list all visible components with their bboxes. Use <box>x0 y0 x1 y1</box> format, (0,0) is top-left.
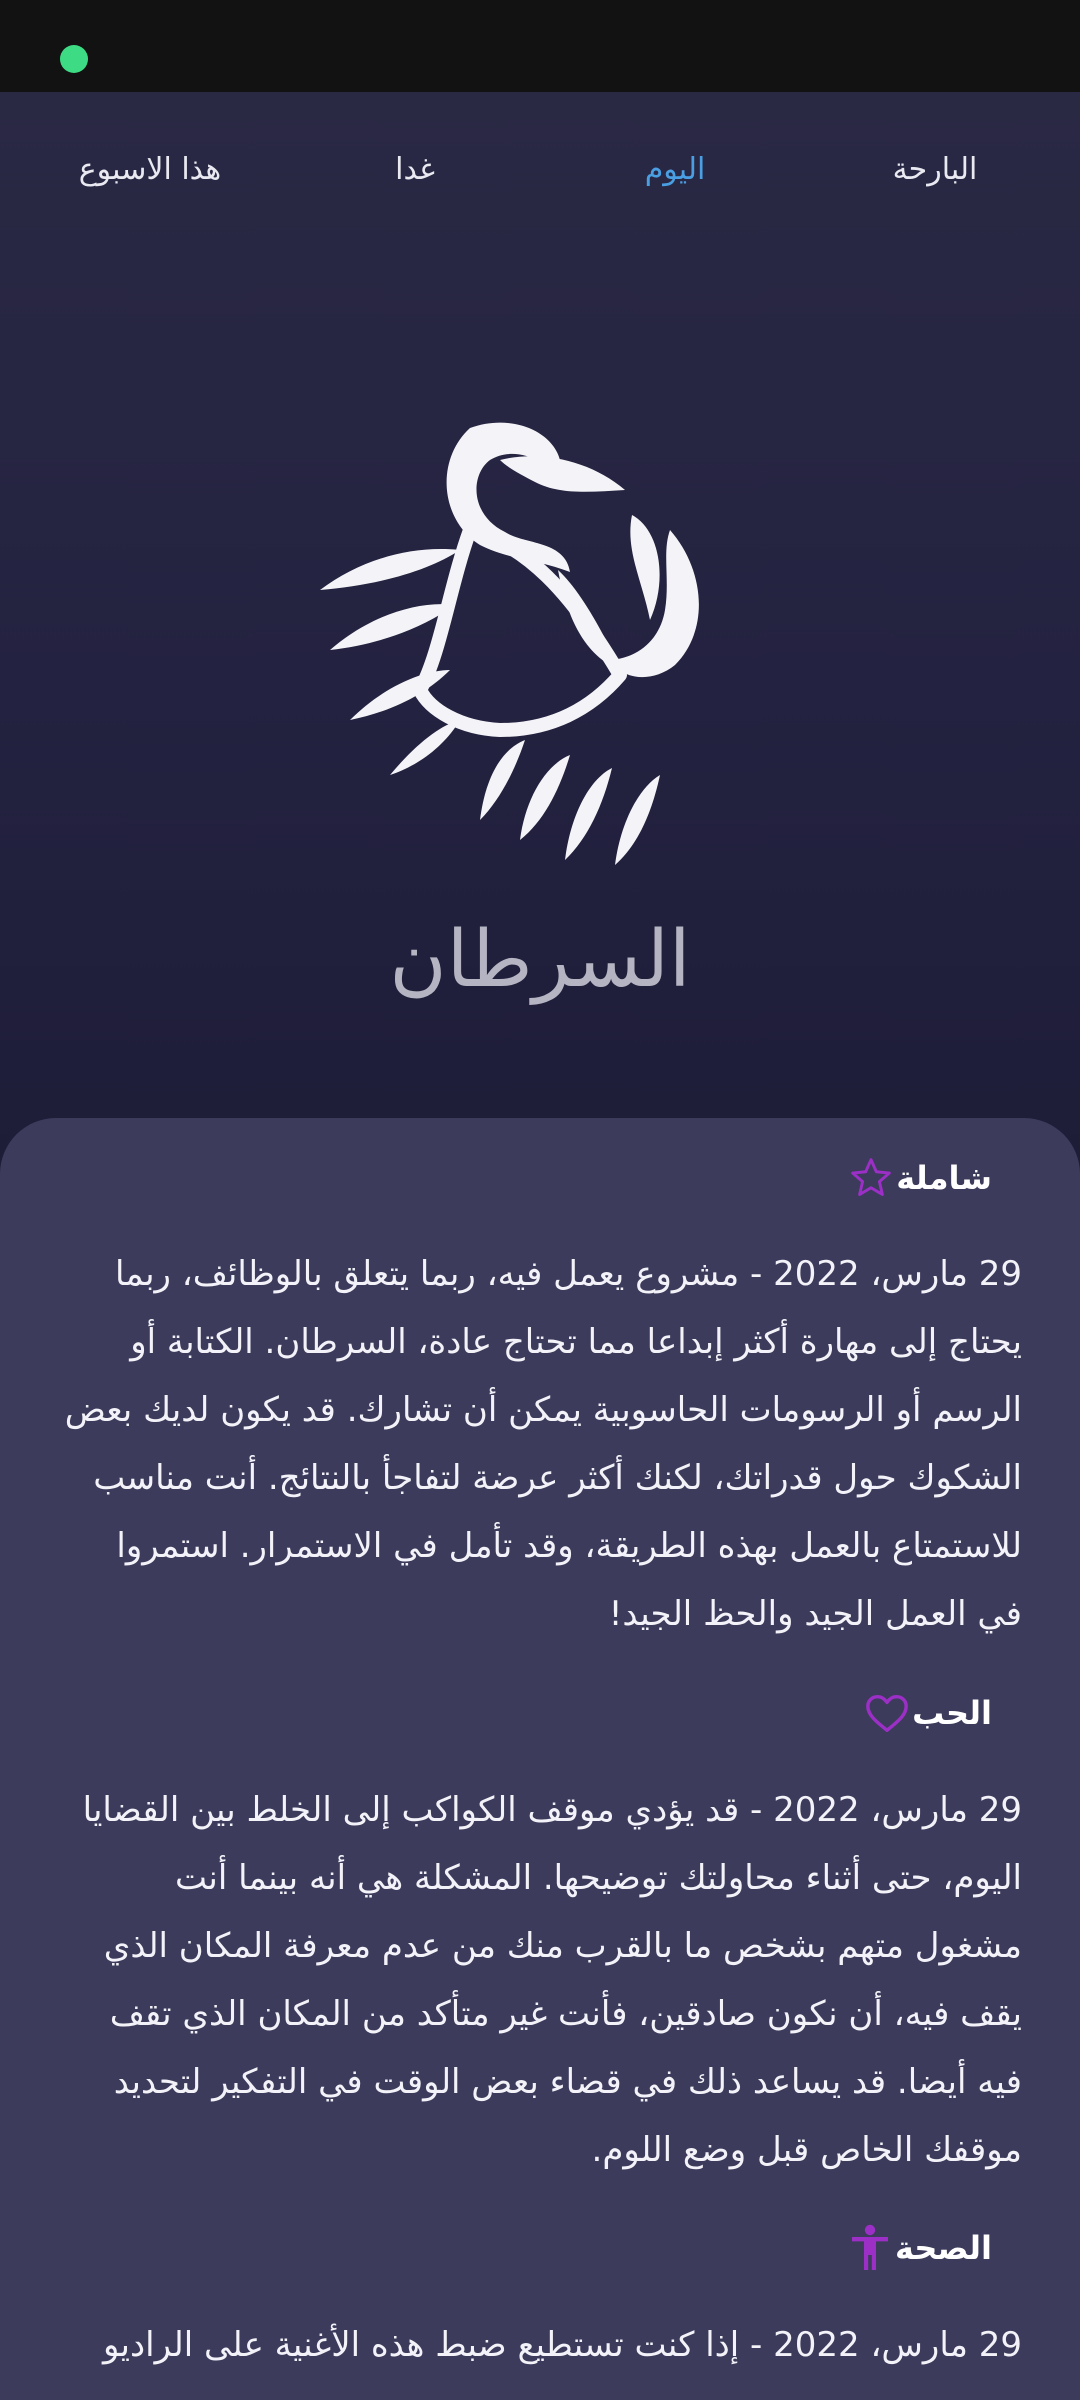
section-title: الصحة <box>895 2229 992 2267</box>
tab-today[interactable]: اليوم <box>620 130 730 210</box>
section-text-health: 29 مارس، 2022 - إذا كنت تستطيع ضبط هذه ا… <box>102 2325 1022 2365</box>
tab-this-week[interactable]: هذا الاسبوع <box>70 130 230 210</box>
section-header-love: الحب <box>862 1683 1022 1743</box>
horoscope-card: شاملة 29 مارس، 2022 - مشروع يعمل فيه، رب… <box>0 1118 1080 2400</box>
section-text-general: 29 مارس، 2022 - مشروع يعمل فيه، ربما يتع… <box>64 1254 1022 1634</box>
section-title: شاملة <box>896 1159 992 1197</box>
period-tabs: هذا الاسبوع غدا اليوم البارحة <box>0 130 1080 210</box>
cancer-crab-icon <box>320 420 760 870</box>
section-header-health: الصحة <box>845 2218 1022 2278</box>
notification-dot-icon <box>60 45 88 73</box>
status-bar <box>0 0 1080 92</box>
sign-title: السرطان <box>389 915 691 1005</box>
heart-icon <box>862 1688 912 1738</box>
star-icon <box>846 1153 896 1203</box>
tab-yesterday[interactable]: البارحة <box>870 130 1000 210</box>
section-header-general: شاملة <box>846 1148 1022 1208</box>
person-health-icon <box>845 2223 895 2273</box>
section-title: الحب <box>912 1694 992 1732</box>
section-text-love: 29 مارس، 2022 - قد يؤدي موقف الكواكب إلى… <box>82 1790 1022 2170</box>
tab-tomorrow[interactable]: غدا <box>370 130 460 210</box>
